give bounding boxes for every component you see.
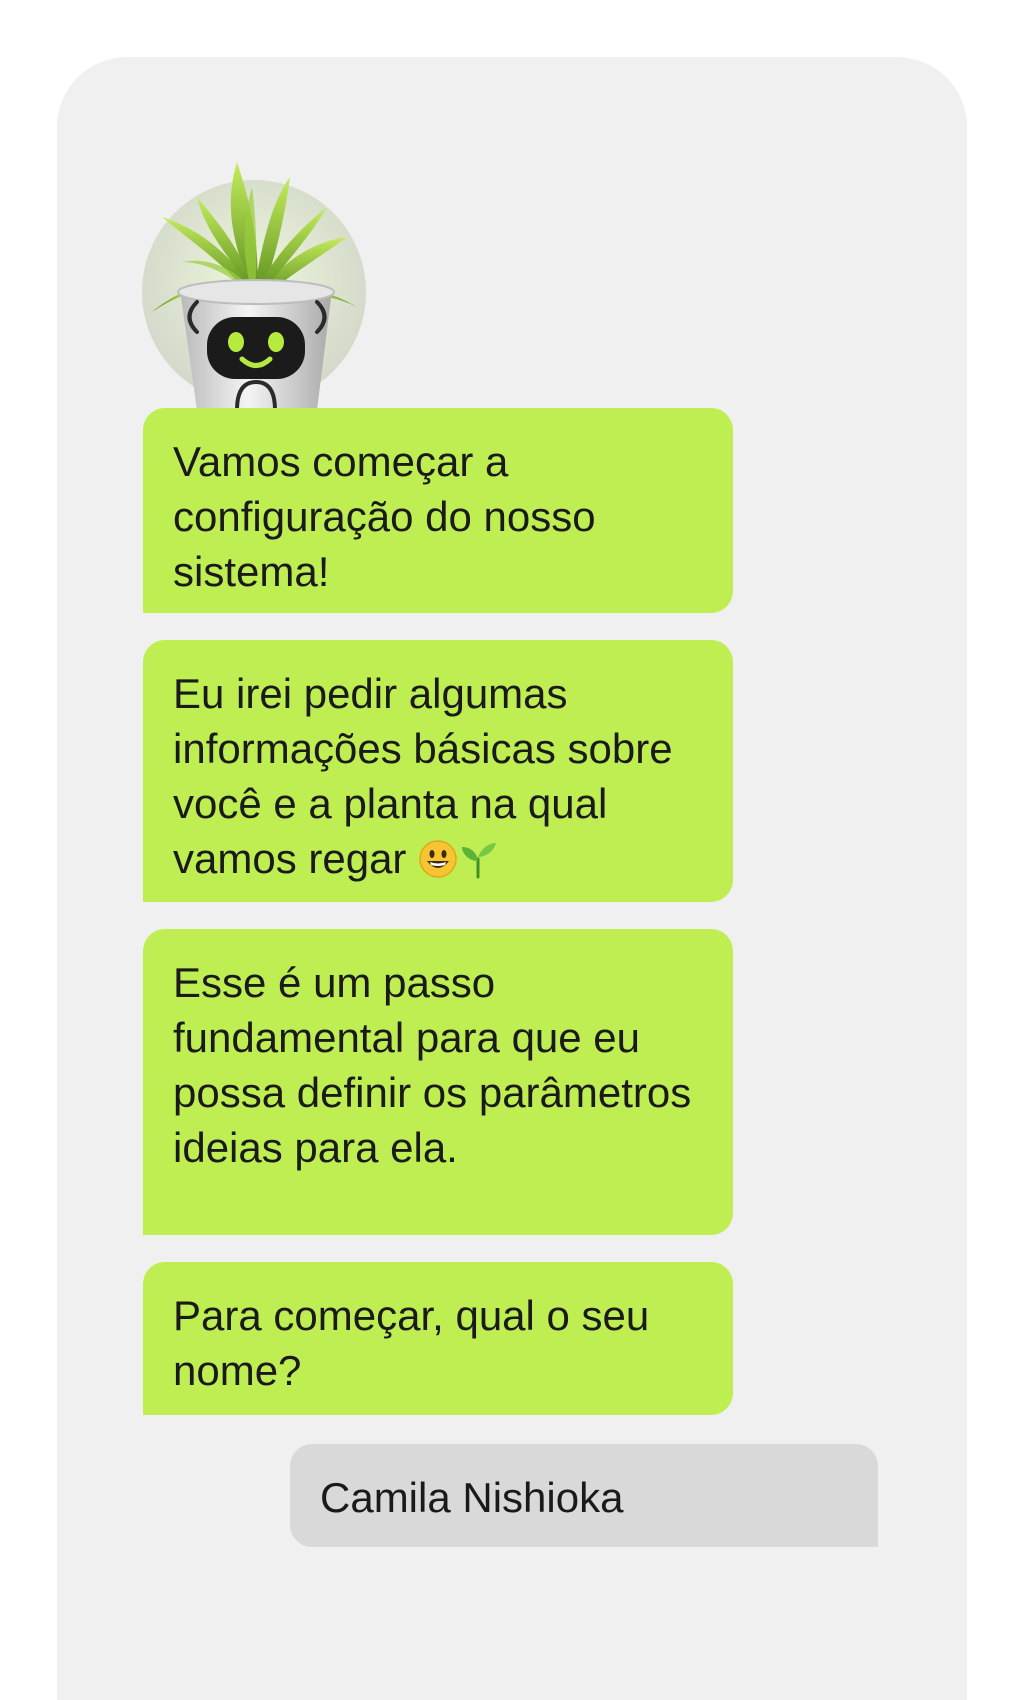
chat-panel: Vamos começar a configuração do nosso si… bbox=[57, 57, 967, 1700]
bot-message: Eu irei pedir algumas informações básica… bbox=[143, 640, 733, 902]
user-message: Camila Nishioka bbox=[290, 1444, 878, 1547]
message-text: Para começar, qual o seu nome? bbox=[173, 1292, 650, 1394]
smiley-icon bbox=[418, 837, 458, 892]
message-text: Esse é um passo fundamental para que eu … bbox=[173, 959, 692, 1171]
seedling-icon bbox=[458, 837, 498, 892]
bot-message: Vamos começar a configuração do nosso si… bbox=[143, 408, 733, 613]
bot-avatar bbox=[142, 142, 372, 412]
message-text: Vamos começar a configuração do nosso si… bbox=[173, 438, 596, 595]
message-text: Camila Nishioka bbox=[320, 1474, 624, 1521]
bot-message: Esse é um passo fundamental para que eu … bbox=[143, 929, 733, 1235]
bot-message: Para começar, qual o seu nome? bbox=[143, 1262, 733, 1415]
